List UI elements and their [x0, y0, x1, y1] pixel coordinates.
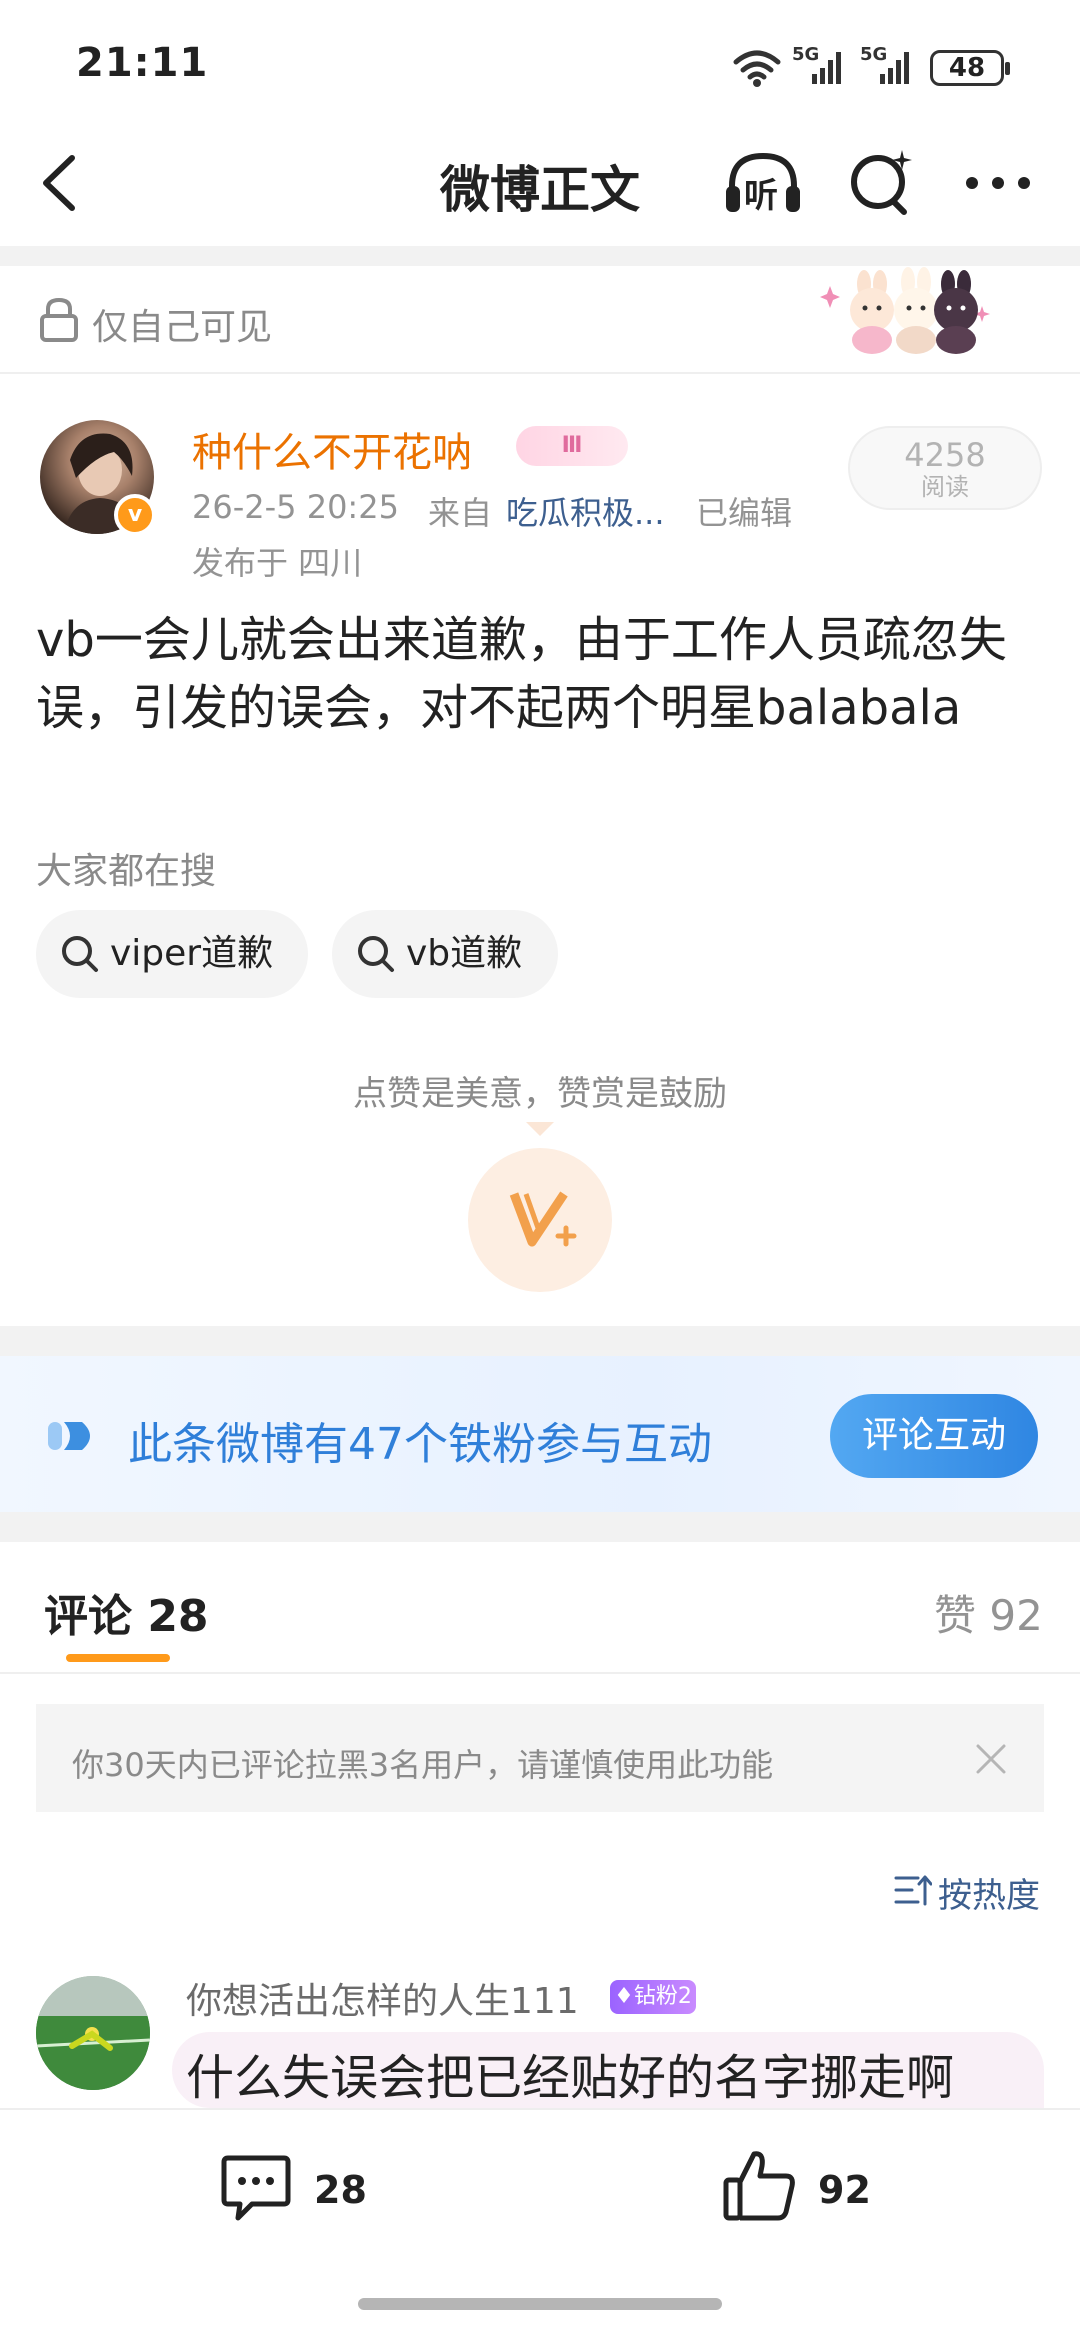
post-timestamp: 26-2-5 20:25: [192, 488, 399, 526]
comment-action-button[interactable]: [218, 2150, 294, 2230]
trending-chip-label: viper道歉: [110, 933, 274, 974]
commenter-avatar[interactable]: [36, 1976, 150, 2090]
reward-prompt: 点赞是美意，赞赏是鼓励: [353, 1074, 727, 1114]
read-count: 4258: [904, 436, 986, 474]
sort-button[interactable]: [894, 1872, 933, 1912]
close-icon[interactable]: [974, 1742, 1008, 1776]
author-name[interactable]: 种什么不开花呐: [192, 420, 472, 478]
verified-badge: v: [114, 494, 156, 536]
lock-icon: [40, 297, 78, 342]
reward-v-icon: [509, 1191, 577, 1247]
source-prefix: 来自: [428, 494, 493, 532]
listen-button[interactable]: 听: [720, 146, 806, 222]
battery-indicator: 48: [930, 50, 1010, 86]
page-title: 微博正文: [440, 161, 640, 219]
comment-text[interactable]: 什么失误会把已经贴好的名字挪走啊: [186, 2038, 954, 2108]
blocklist-notice-text: 你30天内已评论拉黑3名用户，请谨慎使用此功能: [72, 1746, 774, 1784]
trending-chip-label: vb道歉: [406, 933, 523, 974]
commenter-name[interactable]: 你想活出怎样的人生111: [186, 1972, 579, 2024]
comment-bubble-icon: [221, 2155, 291, 2221]
divider: [0, 1672, 1080, 1674]
source-link[interactable]: 吃瓜积极...: [506, 488, 665, 534]
fans-text: 此条微博有47个铁粉参与互动: [128, 1419, 712, 1470]
status-time: 21:11: [76, 40, 209, 86]
comment-count[interactable]: 28: [314, 2168, 367, 2212]
search-sparkle-icon: [851, 150, 912, 215]
tab-comments[interactable]: 评论 28: [44, 1580, 209, 1644]
post-text: vb一会儿就会出来道歉，由于工作人员疏忽失误，引发的误会，对不起两个明星bala…: [36, 612, 1007, 736]
caret-down-icon: [526, 1122, 554, 1136]
avatar-soccer-photo: [36, 1976, 150, 2090]
status-bar: 21:11 5G 5G 48: [0, 0, 1080, 130]
home-indicator[interactable]: [358, 2298, 722, 2310]
fans-arrow-icon: [48, 1422, 90, 1450]
fan-level-badge: ♦钻粉2: [610, 1980, 696, 2014]
search-icon: [62, 936, 98, 972]
comment-interact-button[interactable]: 评论互动: [830, 1394, 1038, 1478]
active-tab-indicator: [66, 1654, 170, 1662]
sort-icon: [894, 1875, 933, 1906]
section-divider: [0, 246, 1080, 266]
trending-chip[interactable]: vb道歉: [332, 910, 558, 998]
read-count-pill: 4258 阅读: [848, 426, 1042, 510]
plush-bunnies-decoration: [820, 267, 990, 354]
thumbs-up-icon: [723, 2151, 795, 2221]
section-divider: [0, 1512, 1080, 1542]
edited-label[interactable]: 已编辑: [696, 488, 792, 534]
listen-label: 听: [744, 176, 778, 216]
trending-label: 大家都在搜: [36, 851, 217, 892]
search-icon: [358, 936, 394, 972]
level-badge: Ⅲ: [516, 426, 628, 466]
read-label: 阅读: [921, 473, 969, 501]
reward-button[interactable]: [468, 1148, 612, 1292]
more-button[interactable]: [964, 168, 1032, 202]
section-divider: [0, 1326, 1080, 1356]
like-action-button[interactable]: [720, 2146, 800, 2230]
more-dots-icon: [966, 177, 1030, 189]
visibility-label: 仅自己可见: [92, 307, 273, 348]
wifi-icon: [733, 50, 781, 87]
search-button[interactable]: [846, 146, 916, 220]
cellular-signal-2: 5G: [860, 44, 914, 92]
tab-likes[interactable]: 赞 92: [934, 1582, 1043, 1643]
sort-label[interactable]: 按热度: [938, 1868, 1040, 1917]
trending-chip[interactable]: viper道歉: [36, 910, 308, 998]
diamond-icon: ♦: [614, 1984, 634, 2009]
post-location: 发布于 四川: [192, 544, 363, 582]
cellular-signal-1: 5G: [792, 44, 846, 92]
divider: [0, 372, 1080, 374]
like-count[interactable]: 92: [818, 2168, 871, 2212]
